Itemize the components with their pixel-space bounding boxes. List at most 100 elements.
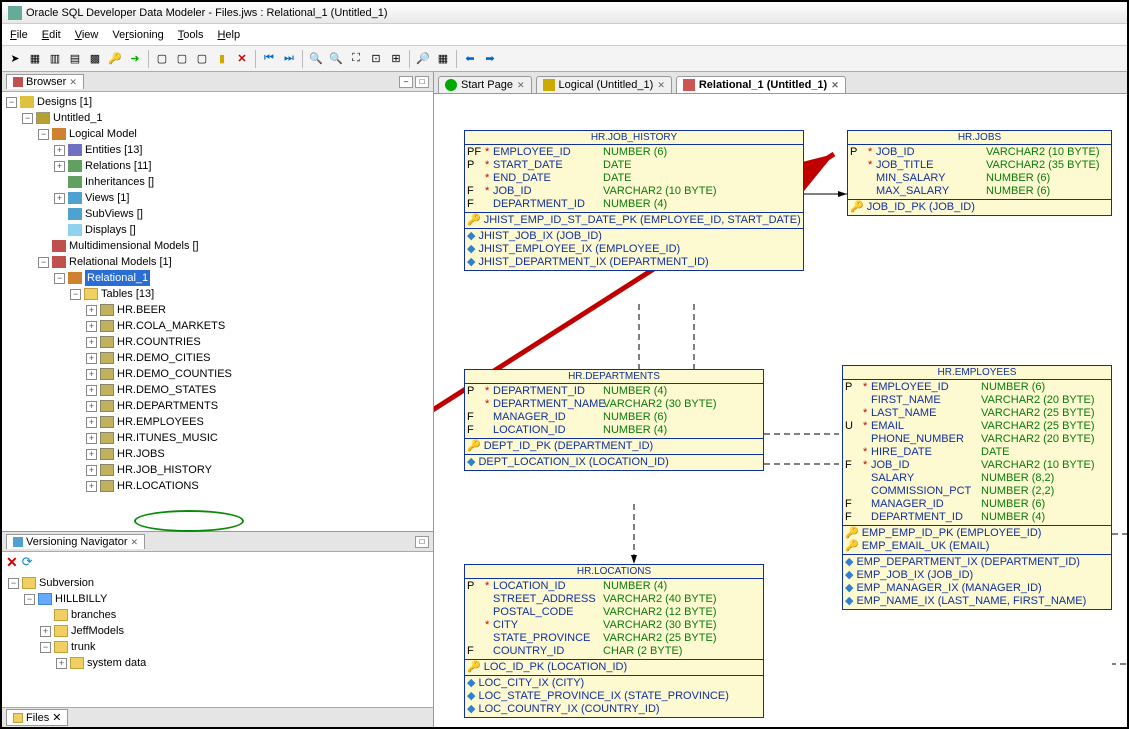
pointer-icon[interactable]: ➤ bbox=[6, 50, 24, 68]
folder-icon bbox=[54, 609, 68, 621]
tree-table[interactable]: +HR.JOBS bbox=[86, 446, 431, 462]
new2-icon[interactable]: ▢ bbox=[173, 50, 191, 68]
layout-icon[interactable]: ▦ bbox=[434, 50, 452, 68]
next-icon[interactable]: ➡ bbox=[481, 50, 499, 68]
tree-table[interactable]: +HR.BEER bbox=[86, 302, 431, 318]
tree-table[interactable]: +HR.DEMO_STATES bbox=[86, 382, 431, 398]
files-tab[interactable]: Files ✕ bbox=[6, 709, 68, 726]
menu-versioning[interactable]: Versioning bbox=[112, 29, 163, 41]
tree-table[interactable]: +HR.EMPLOYEES bbox=[86, 414, 431, 430]
entity-employees[interactable]: HR.EMPLOYEES P*EMPLOYEE_IDNUMBER (6)FIRS… bbox=[842, 365, 1112, 610]
split-icon[interactable]: ▤ bbox=[66, 50, 84, 68]
vn-root[interactable]: −Subversion bbox=[8, 575, 429, 591]
tree-tables[interactable]: −Tables [13] bbox=[70, 286, 431, 302]
fk-icon[interactable]: ➜ bbox=[126, 50, 144, 68]
tree-views[interactable]: +Views [1] bbox=[54, 190, 431, 206]
relational-tab-icon bbox=[683, 79, 695, 91]
tab-relational[interactable]: Relational_1 (Untitled_1)✕ bbox=[676, 76, 846, 93]
vn-branches[interactable]: branches bbox=[40, 607, 429, 623]
tree-table[interactable]: +HR.LOCATIONS bbox=[86, 478, 431, 494]
grid-icon[interactable]: ▩ bbox=[86, 50, 104, 68]
tree-rel1[interactable]: −Relational_1 bbox=[54, 270, 431, 286]
tree-design[interactable]: −Untitled_1 bbox=[22, 110, 431, 126]
close-icon[interactable]: ✕ bbox=[131, 537, 139, 548]
tree-root[interactable]: −Designs [1] bbox=[6, 94, 431, 110]
close-icon[interactable]: ✕ bbox=[52, 711, 61, 724]
close-icon[interactable]: ✕ bbox=[657, 80, 665, 91]
entity-jobs[interactable]: HR.JOBS P*JOB_IDVARCHAR2 (10 BYTE)*JOB_T… bbox=[847, 130, 1112, 216]
maximize-icon[interactable]: □ bbox=[415, 536, 429, 548]
zoomout-icon[interactable]: 🔍 bbox=[327, 50, 345, 68]
tree-table[interactable]: +HR.JOB_HISTORY bbox=[86, 462, 431, 478]
menu-view[interactable]: View bbox=[75, 29, 99, 41]
table-icon bbox=[100, 304, 114, 316]
table-icon bbox=[100, 448, 114, 460]
tree-table[interactable]: +HR.COLA_MARKETS bbox=[86, 318, 431, 334]
key-icon: 🔑 bbox=[467, 214, 481, 227]
delete-icon[interactable]: ✕ bbox=[233, 50, 251, 68]
view-icon[interactable]: ▥ bbox=[46, 50, 64, 68]
folder-icon bbox=[54, 641, 68, 653]
vn-sysdata[interactable]: +system data bbox=[56, 655, 429, 671]
browser-tree[interactable]: −Designs [1] −Untitled_1 −Logical Model … bbox=[2, 92, 433, 531]
prev-icon[interactable]: ⬅ bbox=[461, 50, 479, 68]
maximize-icon[interactable]: □ bbox=[415, 76, 429, 88]
vn-trunk[interactable]: −trunk bbox=[40, 639, 429, 655]
close-icon[interactable]: ✕ bbox=[831, 80, 839, 91]
document-tabs: Start Page✕ Logical (Untitled_1)✕ Relati… bbox=[434, 72, 1127, 94]
new1-icon[interactable]: ▢ bbox=[153, 50, 171, 68]
delete-icon[interactable]: ✕ bbox=[6, 554, 18, 571]
index-icon: ◆ bbox=[467, 243, 475, 256]
tree-relmodels[interactable]: −Relational Models [1] bbox=[38, 254, 431, 270]
app-title: Oracle SQL Developer Data Modeler - File… bbox=[26, 7, 388, 19]
tree-table[interactable]: +HR.DEMO_COUNTIES bbox=[86, 366, 431, 382]
views-icon bbox=[68, 192, 82, 204]
index-icon: ◆ bbox=[467, 703, 475, 716]
tree-subviews[interactable]: SubViews [] bbox=[54, 206, 431, 222]
first-icon[interactable]: ⏮ bbox=[260, 50, 278, 68]
index-icon: ◆ bbox=[845, 569, 853, 582]
close-icon[interactable]: ✕ bbox=[517, 80, 525, 91]
zoom100-icon[interactable]: ⊡ bbox=[367, 50, 385, 68]
versioning-tree[interactable]: −Subversion −HILLBILLY branches +JeffMod… bbox=[2, 573, 433, 707]
menu-edit[interactable]: Edit bbox=[42, 29, 61, 41]
refresh-icon[interactable]: ⟳ bbox=[22, 554, 33, 571]
vn-hillbilly[interactable]: −HILLBILLY bbox=[24, 591, 429, 607]
entity-locations[interactable]: HR.LOCATIONS P*LOCATION_IDNUMBER (4)STRE… bbox=[464, 564, 764, 718]
tab-start[interactable]: Start Page✕ bbox=[438, 76, 532, 93]
tree-table[interactable]: +HR.COUNTRIES bbox=[86, 334, 431, 350]
menu-file[interactable]: File bbox=[10, 29, 28, 41]
tree-table[interactable]: +HR.DEMO_CITIES bbox=[86, 350, 431, 366]
versioning-tab[interactable]: Versioning Navigator ✕ bbox=[6, 534, 145, 549]
entity-departments[interactable]: HR.DEPARTMENTS P*DEPARTMENT_IDNUMBER (4)… bbox=[464, 369, 764, 471]
new3-icon[interactable]: ▢ bbox=[193, 50, 211, 68]
menu-help[interactable]: Help bbox=[217, 29, 240, 41]
note-icon[interactable]: ▮ bbox=[213, 50, 231, 68]
key-icon[interactable]: 🔑 bbox=[106, 50, 124, 68]
tree-multidim[interactable]: Multidimensional Models [] bbox=[38, 238, 431, 254]
diagram-canvas[interactable]: HR.JOB_HISTORY PF*EMPLOYEE_IDNUMBER (6)P… bbox=[434, 94, 1127, 727]
table-icon[interactable]: ▦ bbox=[26, 50, 44, 68]
tree-logical[interactable]: −Logical Model bbox=[38, 126, 431, 142]
tree-entities[interactable]: +Entities [13] bbox=[54, 142, 431, 158]
zoomin-icon[interactable]: 🔍 bbox=[307, 50, 325, 68]
entity-job-history[interactable]: HR.JOB_HISTORY PF*EMPLOYEE_IDNUMBER (6)P… bbox=[464, 130, 804, 271]
key-icon: 🔑 bbox=[845, 540, 859, 553]
browser-tab-icon bbox=[13, 77, 23, 87]
browser-tab[interactable]: Browser ✕ bbox=[6, 74, 84, 89]
tab-logical[interactable]: Logical (Untitled_1)✕ bbox=[536, 76, 672, 93]
minimize-icon[interactable]: – bbox=[399, 76, 413, 88]
zoomsel-icon[interactable]: ⊞ bbox=[387, 50, 405, 68]
close-icon[interactable]: ✕ bbox=[69, 77, 77, 88]
menu-tools[interactable]: Tools bbox=[178, 29, 204, 41]
tree-relations[interactable]: +Relations [11] bbox=[54, 158, 431, 174]
tree-displays[interactable]: Displays [] bbox=[54, 222, 431, 238]
table-icon bbox=[100, 480, 114, 492]
find-icon[interactable]: 🔎 bbox=[414, 50, 432, 68]
fit-icon[interactable]: ⛶ bbox=[347, 50, 365, 68]
vn-jeff[interactable]: +JeffModels bbox=[40, 623, 429, 639]
tree-table[interactable]: +HR.ITUNES_MUSIC bbox=[86, 430, 431, 446]
tree-table[interactable]: +HR.DEPARTMENTS bbox=[86, 398, 431, 414]
tree-inheritances[interactable]: Inheritances [] bbox=[54, 174, 431, 190]
last-icon[interactable]: ⏭ bbox=[280, 50, 298, 68]
